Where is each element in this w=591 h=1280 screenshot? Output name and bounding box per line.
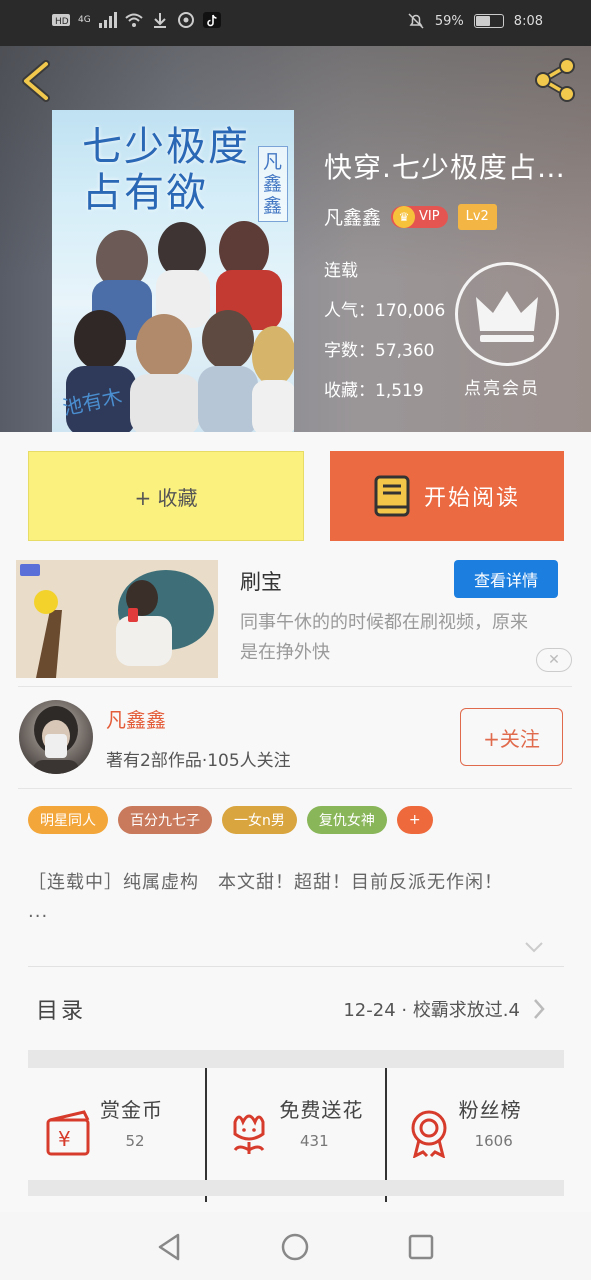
tag-chip[interactable]: 一女n男 xyxy=(222,806,297,834)
download-icon xyxy=(153,13,166,28)
wifi-icon xyxy=(125,13,143,27)
clock: 8:08 xyxy=(513,13,543,29)
author-card: 凡鑫鑫 著有2部作品·105人关注 +关注 xyxy=(0,690,591,790)
svg-text:HD: HD xyxy=(55,17,69,27)
fan-ranking-count: 1606 xyxy=(474,1132,513,1150)
book-icon xyxy=(374,475,410,517)
favorites-label: 收藏： xyxy=(324,381,375,401)
ad-image[interactable] xyxy=(16,560,218,678)
reward-coins-label: 赏金币 xyxy=(100,1098,163,1122)
crown-icon xyxy=(476,291,538,342)
serial-status: 连载 xyxy=(324,261,358,281)
battery-level xyxy=(475,16,490,26)
member-label[interactable]: 点亮会员 xyxy=(464,374,540,399)
popularity-row: 人气：170,006 xyxy=(324,296,445,321)
free-flower-count: 431 xyxy=(300,1132,329,1150)
ad-banner[interactable]: 刷宝 查看详情 同事午休的的时候都在刷视频，原来是在挣外快 ✕ xyxy=(16,560,576,678)
battery-percent: 59% xyxy=(434,13,464,29)
recents-square-icon[interactable] xyxy=(406,1232,436,1262)
divider xyxy=(18,686,572,687)
share-icon[interactable] xyxy=(531,56,579,104)
gift-coin-icon: ¥ xyxy=(46,1110,90,1156)
netease-icon xyxy=(177,12,194,28)
author-name[interactable]: 凡鑫鑫 xyxy=(324,203,381,230)
vip-badge: ♛ VIP xyxy=(391,205,448,228)
chevron-down-icon[interactable] xyxy=(524,940,544,954)
battery-icon xyxy=(473,14,504,28)
word-count-row: 字数：57,360 xyxy=(324,336,434,361)
chevron-right-icon xyxy=(534,999,545,1019)
tag-chip[interactable]: 复仇女神 xyxy=(306,806,387,834)
popularity-value: 170,006 xyxy=(375,301,446,321)
reward-coins-count: 52 xyxy=(125,1132,145,1150)
view-details-button[interactable]: 查看详情 xyxy=(454,560,558,598)
avatar-image xyxy=(33,706,79,774)
latest-chapter: 12-24 · 校霸求放过.4 xyxy=(343,999,520,1021)
section-separator xyxy=(28,1180,564,1196)
ad-description: 同事午休的的时候都在刷视频，原来是在挣外快 xyxy=(240,612,528,663)
toc-label: 目录 xyxy=(36,998,87,1024)
ad-artwork xyxy=(16,560,218,678)
book-cover[interactable]: 七少极度占有欲 凡鑫鑫 池有木 xyxy=(52,110,294,432)
start-reading-label: 开始阅读 xyxy=(423,486,520,511)
tag-chip[interactable]: + xyxy=(396,806,433,834)
book-detail-panel: + 收藏 开始阅读 刷宝 查看详情 同事午休的的时候都在刷视频，原来是在挣外快 xyxy=(0,432,591,1212)
favorites-row: 收藏：1,519 xyxy=(324,376,424,401)
back-triangle-icon[interactable] xyxy=(154,1232,184,1262)
start-reading-button[interactable]: 开始阅读 xyxy=(330,451,564,541)
free-flower-label: 免费送花 xyxy=(279,1098,364,1122)
cover-title: 七少极度占有欲 xyxy=(82,124,250,216)
favorites-value: 1,519 xyxy=(375,381,424,401)
author-stats: 著有2部作品·105人关注 xyxy=(106,751,291,771)
book-summary: ［连载中］纯属虚构 本文甜！超甜！目前反派无作闲！ ··· xyxy=(28,872,591,927)
member-crown-button[interactable] xyxy=(455,262,559,366)
avatar[interactable] xyxy=(19,700,93,774)
table-of-contents-row[interactable]: 目录 12-24 · 校霸求放过.4 xyxy=(28,966,564,1050)
flower-icon xyxy=(233,1114,265,1154)
collect-button[interactable]: + 收藏 xyxy=(28,451,304,541)
svg-text:¥: ¥ xyxy=(58,1127,71,1151)
divider xyxy=(18,788,572,789)
follow-button[interactable]: +关注 xyxy=(460,708,563,766)
status-bar: HD 4G 59% 8:08 xyxy=(0,0,591,46)
tiktok-icon xyxy=(202,12,221,28)
tag-chip[interactable]: 明星同人 xyxy=(28,806,108,834)
medal-icon xyxy=(411,1110,447,1158)
cover-author: 凡鑫鑫 xyxy=(258,146,288,222)
author-line: 凡鑫鑫 ♛ VIP Lv2 xyxy=(324,203,497,230)
system-nav-bar xyxy=(0,1212,591,1280)
book-header: 七少极度占有欲 凡鑫鑫 池有木 快穿.七少极度占… 凡鑫鑫 ♛ VIP Lv2 … xyxy=(0,46,591,432)
word-count-value: 57,360 xyxy=(375,341,435,361)
level-badge: Lv2 xyxy=(457,203,497,230)
crown-icon: ♛ xyxy=(393,205,416,228)
section-separator xyxy=(28,1050,564,1068)
book-title: 快穿.七少极度占… xyxy=(324,151,566,184)
author-name[interactable]: 凡鑫鑫 xyxy=(106,704,166,733)
hd-icon: HD xyxy=(52,14,70,27)
network-type: 4G xyxy=(78,15,91,25)
popularity-label: 人气： xyxy=(324,301,375,321)
word-count-label: 字数： xyxy=(324,341,375,361)
mute-bell-icon xyxy=(408,13,424,29)
chevron-left-icon[interactable] xyxy=(16,58,56,104)
tag-chip[interactable]: 百分九七子 xyxy=(118,806,212,834)
close-icon[interactable]: ✕ xyxy=(536,648,572,672)
fan-ranking-label: 粉丝榜 xyxy=(458,1098,522,1122)
ad-title: 刷宝 xyxy=(240,570,282,594)
home-circle-icon[interactable] xyxy=(280,1232,310,1262)
tag-list: 明星同人 百分九七子 一女n男 复仇女神 + xyxy=(28,806,433,834)
vip-label: VIP xyxy=(419,209,440,224)
signal-icon xyxy=(98,12,117,28)
